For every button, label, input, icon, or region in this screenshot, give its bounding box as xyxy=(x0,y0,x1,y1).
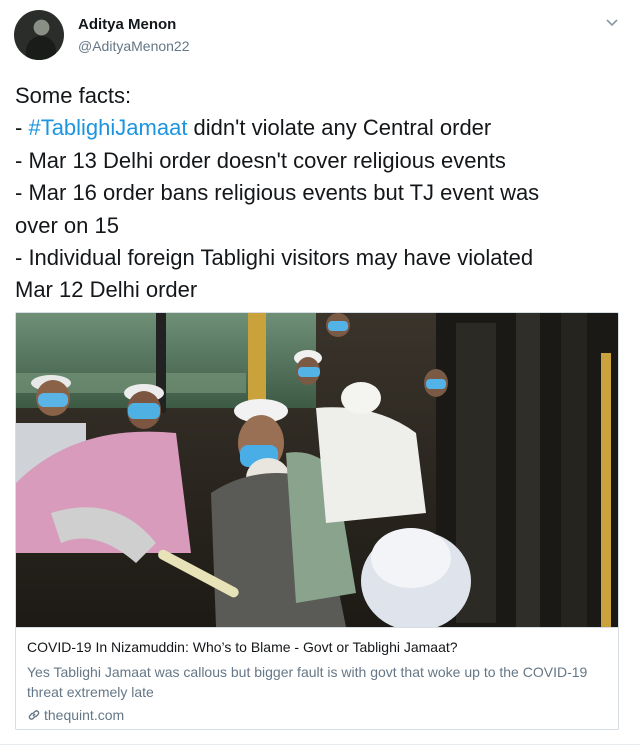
tweet-line: - Mar 13 Delhi order doesn't cover relig… xyxy=(15,147,506,173)
chevron-down-icon[interactable] xyxy=(604,14,620,30)
tweet-line: Mar 12 Delhi order xyxy=(15,277,198,303)
tweet-header: Aditya Menon @AdityaMenon22 xyxy=(14,10,626,66)
tweet-line: - Individual foreign Tablighi visitors m… xyxy=(15,245,534,271)
bus-passengers-photo xyxy=(16,313,618,627)
card-domain[interactable]: thequint.com xyxy=(27,707,124,723)
author-name[interactable]: Aditya Menon xyxy=(78,16,176,33)
tweet-line: Some facts: xyxy=(15,83,132,108)
card-description: Yes Tablighi Jamaat was callous but bigg… xyxy=(27,664,588,700)
tweet-line: - Mar 16 order bans religious events but… xyxy=(15,180,540,206)
link-icon xyxy=(28,710,40,720)
card-title[interactable]: COVID-19 In Nizamuddin: Who’s to Blame -… xyxy=(27,639,458,655)
card-photo[interactable] xyxy=(16,313,618,627)
card-domain-text[interactable]: thequint.com xyxy=(44,707,124,723)
tweet-text: Some facts: - #TablighiJamaat didn't vio… xyxy=(15,80,625,307)
card-body[interactable]: COVID-19 In Nizamuddin: Who’s to Blame -… xyxy=(16,627,618,729)
link-card[interactable]: COVID-19 In Nizamuddin: Who’s to Blame -… xyxy=(15,312,619,730)
avatar[interactable] xyxy=(14,10,64,60)
tweet-line: over on 15 xyxy=(15,212,119,238)
author-handle[interactable]: @AdityaMenon22 xyxy=(78,38,190,54)
tweet-line: - #TablighiJamaat didn't violate any Cen… xyxy=(15,115,492,141)
hashtag-link[interactable]: #TablighiJamaat xyxy=(28,115,187,140)
divider xyxy=(0,744,640,745)
